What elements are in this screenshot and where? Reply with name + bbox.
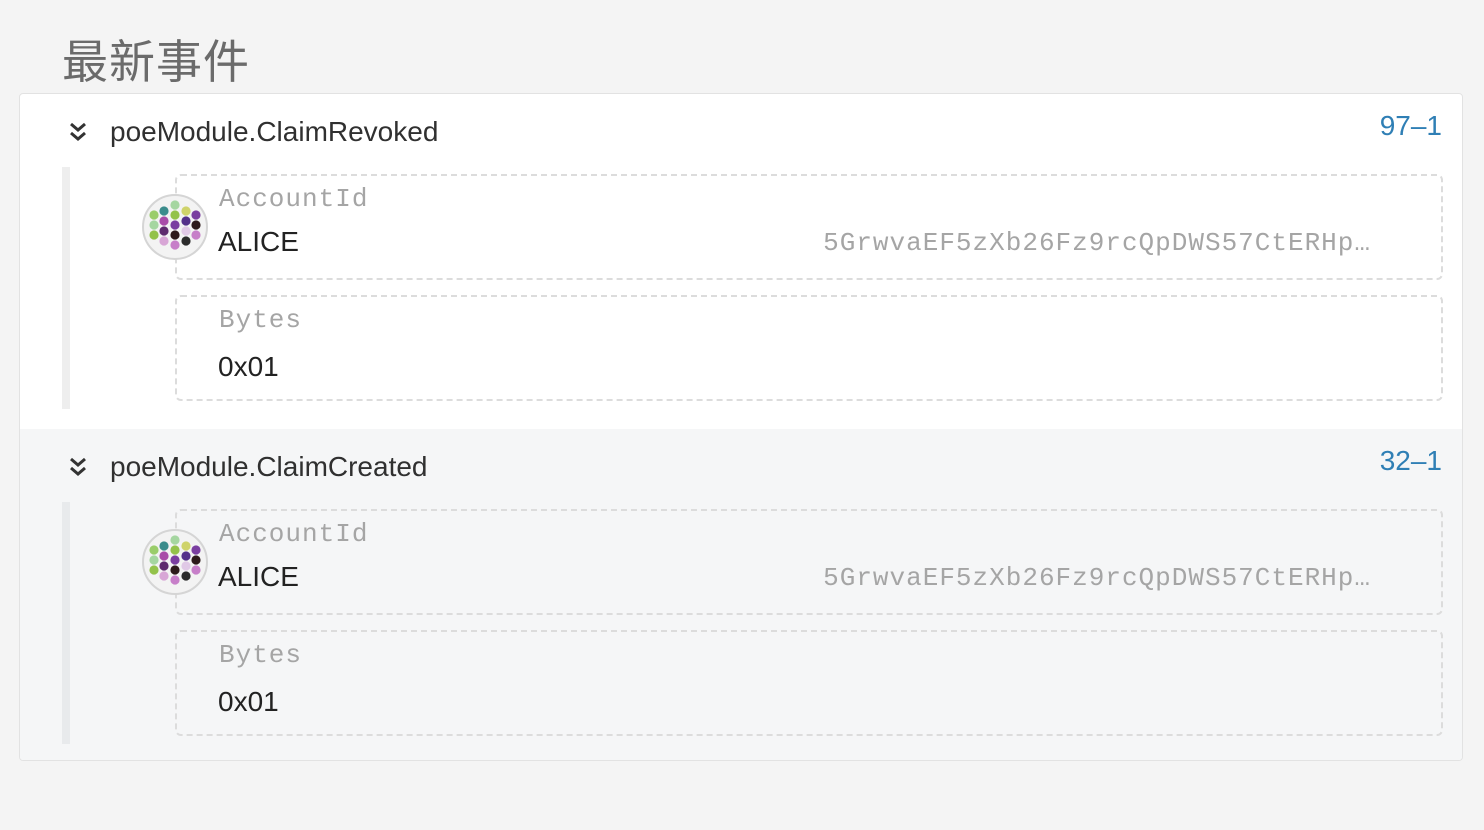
param-label: Bytes [219,305,303,335]
expand-toggle-button[interactable] [66,455,90,479]
identicon-avatar[interactable] [142,194,208,260]
double-chevron-down-icon [70,457,86,476]
bytes-value: 0x01 [218,351,279,382]
identicon-icon [149,535,201,585]
events-table: poeModule.ClaimRevoked 97–1 AccountId AL… [19,93,1463,761]
account-address[interactable]: 5GrwvaEF5zXb26Fz9rcQpDWS57CtERHp… [823,228,1371,258]
param-account-id: AccountId ALICE 5GrwvaEF5zXb26Fz9rcQpDWS… [175,509,1443,615]
event-row: poeModule.ClaimRevoked 97–1 AccountId AL… [20,94,1462,429]
param-label: Bytes [219,640,303,670]
param-label: AccountId [219,184,369,214]
event-name: poeModule.ClaimCreated [110,451,428,482]
page-title: 最新事件 [62,35,250,89]
params-indent-bar [62,167,70,409]
identicon-avatar[interactable] [142,529,208,595]
event-name: poeModule.ClaimRevoked [110,116,439,147]
param-label: AccountId [219,519,369,549]
param-bytes: Bytes 0x01 [175,295,1443,401]
param-account-id: AccountId ALICE 5GrwvaEF5zXb26Fz9rcQpDWS… [175,174,1443,280]
bytes-value: 0x01 [218,686,279,717]
account-name: ALICE [218,561,299,592]
block-event-link[interactable]: 32–1 [1380,445,1442,477]
account-address[interactable]: 5GrwvaEF5zXb26Fz9rcQpDWS57CtERHp… [823,563,1371,593]
param-bytes: Bytes 0x01 [175,630,1443,736]
double-chevron-down-icon [70,122,86,141]
params-indent-bar [62,502,70,744]
expand-toggle-button[interactable] [66,120,90,144]
identicon-icon [149,200,201,250]
account-name: ALICE [218,226,299,257]
event-row: poeModule.ClaimCreated 32–1 AccountId AL… [20,429,1462,760]
block-event-link[interactable]: 97–1 [1380,110,1442,142]
